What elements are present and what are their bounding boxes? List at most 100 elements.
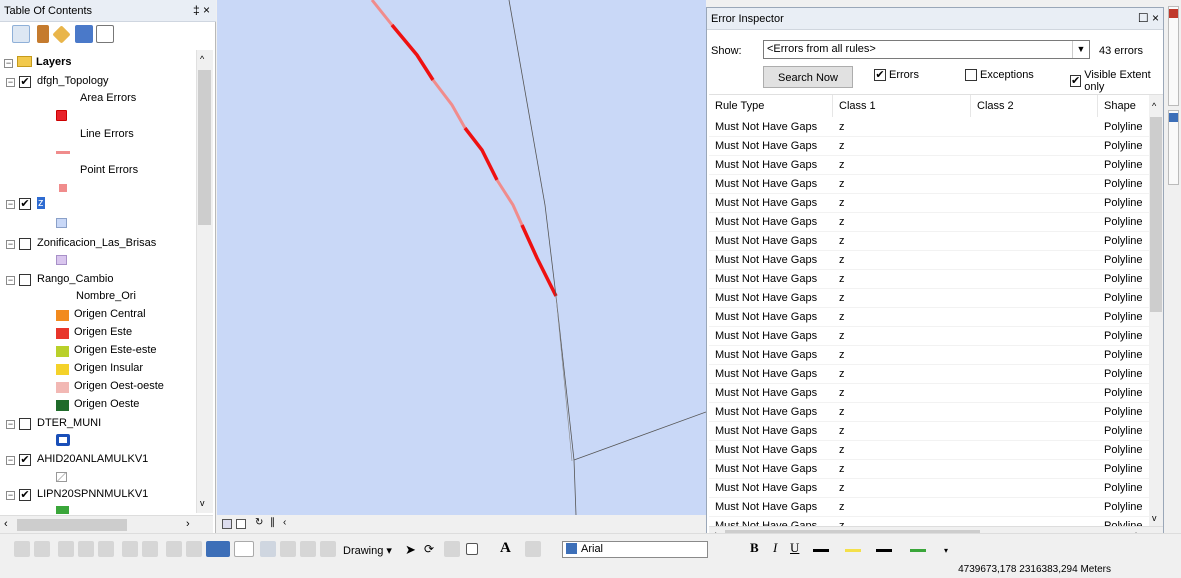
edit-tool-icon[interactable] — [14, 541, 30, 557]
collapse-icon[interactable]: − — [6, 491, 15, 500]
scroll-up-icon[interactable]: ^ — [1152, 101, 1156, 111]
visibility-checkbox[interactable] — [19, 238, 31, 250]
topology-rules-icon[interactable] — [186, 541, 202, 557]
scroll-thumb[interactable] — [17, 519, 127, 531]
arctoolbox-tab[interactable] — [1168, 6, 1179, 106]
refresh-icon[interactable]: ↻ — [255, 517, 263, 528]
list-by-visibility-icon[interactable] — [52, 25, 71, 44]
rectangle-tool-icon[interactable] — [466, 543, 478, 555]
table-row[interactable]: Must Not Have Gaps z Polyline — [709, 441, 1149, 460]
scroll-left-icon[interactable]: ‹ — [4, 518, 8, 530]
options-icon[interactable] — [96, 25, 114, 43]
copy-icon[interactable] — [280, 541, 296, 557]
scroll-right-icon[interactable]: › — [186, 518, 190, 530]
toc-pin-close[interactable]: ‡ × — [193, 3, 210, 17]
table-row[interactable]: Must Not Have Gaps z Polyline — [709, 308, 1149, 327]
visible-extent-checkbox[interactable]: ✔ Visible Extent only — [1070, 69, 1163, 93]
errors-checkbox[interactable]: ✔ Errors — [874, 69, 919, 81]
callout-icon[interactable] — [525, 541, 541, 557]
validate-extent-icon[interactable] — [98, 541, 114, 557]
table-row[interactable]: Must Not Have Gaps z Polyline — [709, 137, 1149, 156]
map-view[interactable] — [217, 0, 706, 515]
column-header-rule-type[interactable]: Rule Type — [709, 95, 833, 117]
marker-color-icon[interactable] — [910, 549, 926, 552]
zoom-icon[interactable] — [444, 541, 460, 557]
table-row[interactable]: Must Not Have Gaps z Polyline — [709, 346, 1149, 365]
error-inspector-icon[interactable] — [142, 541, 158, 557]
line-color-icon[interactable] — [876, 549, 892, 552]
map-canvas[interactable] — [217, 0, 706, 515]
scroll-down-icon[interactable]: v — [200, 498, 205, 508]
rotate-icon[interactable]: ⟳ — [424, 542, 434, 556]
table-row[interactable]: Must Not Have Gaps z Polyline — [709, 289, 1149, 308]
visibility-checkbox[interactable] — [19, 274, 31, 286]
table-row[interactable]: Must Not Have Gaps z Polyline — [709, 156, 1149, 175]
collapse-icon[interactable]: − — [4, 59, 13, 68]
underline-icon[interactable]: U — [790, 540, 799, 556]
list-by-source-icon[interactable] — [37, 25, 49, 43]
collapse-icon[interactable]: − — [6, 456, 15, 465]
table-row[interactable]: Must Not Have Gaps z Polyline — [709, 270, 1149, 289]
bold-icon[interactable]: B — [750, 540, 759, 556]
list-by-drawing-order-icon[interactable] — [12, 25, 30, 43]
table-row[interactable]: Must Not Have Gaps z Polyline — [709, 479, 1149, 498]
layer-selector[interactable] — [206, 541, 230, 557]
drawing-menu[interactable]: Drawing ▾ — [343, 544, 392, 557]
visibility-checkbox[interactable]: ✔ — [19, 489, 31, 501]
table-row[interactable]: Must Not Have Gaps z Polyline — [709, 384, 1149, 403]
select-pointer-icon[interactable]: ➤ — [405, 542, 416, 558]
exceptions-checkbox[interactable]: Exceptions — [965, 69, 1034, 81]
column-header-class2[interactable]: Class 2 — [971, 95, 1098, 117]
validate-icon[interactable] — [78, 541, 94, 557]
search-now-button[interactable]: Search Now — [763, 66, 853, 88]
scroll-down-icon[interactable]: v — [1152, 513, 1157, 523]
font-name-dropdown[interactable]: Arial — [562, 541, 708, 558]
table-row[interactable]: Must Not Have Gaps z Polyline — [709, 232, 1149, 251]
checkbox-box[interactable]: ✔ — [1070, 75, 1082, 87]
visibility-checkbox[interactable]: ✔ — [19, 76, 31, 88]
table-row[interactable]: Must Not Have Gaps z Polyline — [709, 194, 1149, 213]
collapse-icon[interactable]: − — [6, 200, 15, 209]
table-row[interactable]: Must Not Have Gaps z Polyline — [709, 498, 1149, 517]
data-view-icon[interactable] — [222, 519, 232, 529]
column-header-class1[interactable]: Class 1 — [833, 95, 971, 117]
collapse-icon[interactable]: − — [6, 276, 15, 285]
list-by-selection-icon[interactable] — [75, 25, 93, 43]
scroll-up-icon[interactable]: ^ — [200, 54, 204, 64]
fill-color-icon[interactable] — [845, 549, 861, 552]
scroll-thumb[interactable] — [1150, 117, 1162, 312]
pause-icon[interactable]: ∥ — [270, 517, 275, 528]
table-row[interactable]: Must Not Have Gaps z Polyline — [709, 403, 1149, 422]
fix-tool-icon[interactable] — [122, 541, 138, 557]
text-tool-icon[interactable]: A — [500, 540, 511, 557]
collapse-icon[interactable]: − — [6, 420, 15, 429]
show-dropdown[interactable]: <Errors from all rules> ▼ — [763, 40, 1090, 59]
clipboard-icon[interactable] — [260, 541, 276, 557]
layout-view-icon[interactable] — [236, 519, 246, 529]
visibility-checkbox[interactable] — [19, 418, 31, 430]
visibility-checkbox[interactable]: ✔ — [19, 198, 31, 210]
catalog-tab[interactable] — [1168, 110, 1179, 185]
topology-edit-icon[interactable] — [58, 541, 74, 557]
table-row[interactable]: Must Not Have Gaps z Polyline — [709, 213, 1149, 232]
reshape-icon[interactable] — [34, 541, 50, 557]
table-row[interactable]: Must Not Have Gaps z Polyline — [709, 422, 1149, 441]
table-row[interactable]: Must Not Have Gaps z Polyline — [709, 175, 1149, 194]
print-icon[interactable] — [320, 541, 336, 557]
scroll-thumb[interactable] — [198, 70, 211, 225]
toc-vertical-scrollbar[interactable]: ^ v — [196, 50, 213, 513]
visibility-checkbox[interactable]: ✔ — [19, 454, 31, 466]
font-color-icon[interactable] — [813, 549, 829, 552]
italic-icon[interactable]: I — [773, 540, 777, 556]
table-vertical-scrollbar[interactable]: ^ v — [1149, 95, 1163, 526]
checkbox-box[interactable]: ✔ — [874, 69, 886, 81]
toc-horizontal-scrollbar[interactable]: ‹ › — [0, 515, 213, 533]
table-row[interactable]: Must Not Have Gaps z Polyline — [709, 460, 1149, 479]
scroll-left-icon[interactable]: ‹ — [283, 517, 286, 528]
collapse-icon[interactable]: − — [6, 240, 15, 249]
shared-features-icon[interactable] — [166, 541, 182, 557]
dropdown-icon[interactable] — [234, 541, 254, 557]
window-controls[interactable]: ☐ × — [1138, 11, 1159, 25]
table-row[interactable]: Must Not Have Gaps z Polyline — [709, 251, 1149, 270]
column-header-shape[interactable]: Shape — [1098, 95, 1149, 117]
